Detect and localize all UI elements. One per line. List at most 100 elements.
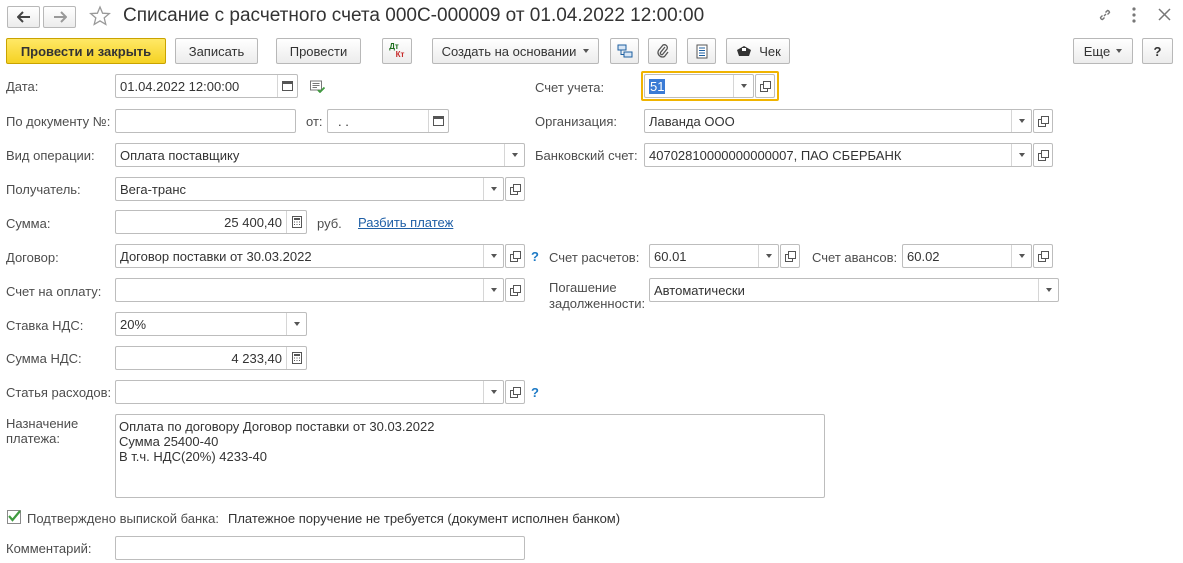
arrow-left-icon [16, 11, 30, 23]
recipient-field[interactable]: Вега-транс [115, 177, 504, 201]
contract-field[interactable]: Договор поставки от 30.03.2022 [115, 244, 504, 268]
recipient-dropdown-icon[interactable] [483, 178, 503, 200]
invoice-open-button[interactable] [505, 278, 525, 302]
from-calendar-button[interactable] [428, 110, 448, 132]
window-title: Списание с расчетного счета 000С-000009 … [123, 5, 705, 26]
print-list-button[interactable] [687, 38, 716, 64]
sum-calculator-button[interactable] [286, 211, 306, 233]
contract-help-icon[interactable]: ? [531, 249, 539, 264]
chevron-down-icon [583, 49, 590, 53]
post-button[interactable]: Провести [276, 38, 361, 64]
date-label: Дата: [6, 79, 39, 94]
account-dropdown-icon[interactable] [733, 75, 753, 97]
advance-account-dropdown-icon[interactable] [1011, 245, 1031, 267]
settle-account-value: 60.01 [654, 248, 687, 264]
forward-button[interactable] [43, 6, 76, 28]
settle-account-dropdown-icon[interactable] [758, 245, 778, 267]
bank-account-value: 40702810000000000007, ПАО СБЕРБАНК [649, 147, 902, 163]
recipient-open-button[interactable] [505, 177, 525, 201]
back-button[interactable] [7, 6, 40, 28]
open-icon [510, 387, 521, 398]
purpose-textarea[interactable]: Оплата по договору Договор поставки от 3… [115, 414, 825, 498]
more-button[interactable]: Еще [1073, 38, 1133, 64]
comment-field[interactable] [115, 536, 525, 560]
structure-button[interactable] [610, 38, 639, 64]
attach-file-button[interactable] [648, 38, 677, 64]
purpose-label-line1: Назначение [6, 416, 79, 431]
expense-open-button[interactable] [505, 380, 525, 404]
open-icon [785, 251, 796, 262]
vat-sum-calculator-button[interactable] [286, 347, 306, 369]
create-based-on-button[interactable]: Создать на основании [432, 38, 599, 64]
settle-account-open-button[interactable] [780, 244, 800, 268]
optype-dropdown-icon[interactable] [504, 144, 524, 166]
more-chevron-icon [1116, 49, 1123, 53]
purpose-line-3: В т.ч. НДС(20%) 4233-40 [119, 449, 267, 464]
kt-label: Кт [395, 50, 405, 59]
contract-dropdown-icon[interactable] [483, 245, 503, 267]
split-payment-link[interactable]: Разбить платеж [358, 215, 453, 230]
vat-rate-dropdown-icon[interactable] [286, 313, 306, 335]
invoice-label: Счет на оплату: [6, 284, 102, 299]
expense-help-icon[interactable]: ? [531, 385, 539, 400]
vat-rate-select[interactable]: 20% [115, 312, 307, 336]
vat-sum-value: 4 233,40 [231, 350, 282, 366]
date-value: 01.04.2022 12:00:00 [120, 78, 240, 94]
favorite-star-icon[interactable] [89, 5, 113, 29]
account-field[interactable]: 51 [644, 74, 754, 98]
calendar-icon [282, 81, 293, 91]
vat-sum-field[interactable]: 4 233,40 [115, 346, 307, 370]
org-field[interactable]: Лаванда ООО [644, 109, 1032, 133]
menu-dots-icon[interactable] [1130, 6, 1138, 24]
save-button[interactable]: Записать [175, 38, 258, 64]
confirmed-checkbox[interactable] [7, 510, 21, 524]
advance-account-value: 60.02 [907, 248, 940, 264]
from-date-value: . . [338, 113, 349, 129]
bank-account-dropdown-icon[interactable] [1011, 144, 1031, 166]
advance-account-open-button[interactable] [1033, 244, 1053, 268]
recipient-label: Получатель: [6, 182, 81, 197]
org-open-button[interactable] [1033, 109, 1053, 133]
sum-field[interactable]: 25 400,40 [115, 210, 307, 234]
vat-sum-label: Сумма НДС: [6, 351, 82, 366]
date-field[interactable]: 01.04.2022 12:00:00 [115, 74, 298, 98]
open-icon [510, 184, 521, 195]
repay-label-line2: задолженности: [549, 296, 646, 311]
expense-dropdown-icon[interactable] [483, 381, 503, 403]
confirmed-note: Платежное поручение не требуется (докуме… [228, 511, 621, 526]
link-icon[interactable] [1097, 7, 1113, 26]
from-date-field[interactable]: . . [327, 109, 449, 133]
structure-icon [617, 44, 632, 58]
contract-open-button[interactable] [505, 244, 525, 268]
date-calendar-button[interactable] [277, 75, 297, 97]
optype-value: Оплата поставщику [120, 147, 240, 163]
help-button[interactable]: ? [1142, 38, 1173, 64]
bank-account-label: Банковский счет: [535, 148, 638, 163]
dt-kt-button[interactable]: Дт Кт [382, 38, 412, 64]
account-label: Счет учета: [535, 80, 605, 95]
post-status-icon[interactable] [310, 80, 326, 96]
org-dropdown-icon[interactable] [1011, 110, 1031, 132]
expense-field[interactable] [115, 380, 504, 404]
open-icon [1038, 251, 1049, 262]
repay-dropdown-icon[interactable] [1038, 279, 1058, 301]
settle-account-label: Счет расчетов: [549, 250, 640, 265]
docnum-field[interactable] [115, 109, 296, 133]
invoice-dropdown-icon[interactable] [483, 279, 503, 301]
close-icon[interactable] [1158, 8, 1171, 24]
open-icon [1038, 116, 1049, 127]
bank-account-open-button[interactable] [1033, 143, 1053, 167]
sum-value: 25 400,40 [224, 214, 282, 230]
account-open-button[interactable] [755, 74, 775, 98]
post-and-close-button[interactable]: Провести и закрыть [6, 38, 166, 64]
calculator-icon [291, 216, 302, 228]
advance-account-field[interactable]: 60.02 [902, 244, 1032, 268]
check-button[interactable]: Чек [726, 38, 790, 64]
bank-account-field[interactable]: 40702810000000000007, ПАО СБЕРБАНК [644, 143, 1032, 167]
optype-select[interactable]: Оплата поставщику [115, 143, 525, 167]
settle-account-field[interactable]: 60.01 [649, 244, 779, 268]
invoice-field[interactable] [115, 278, 504, 302]
check-label: Чек [759, 43, 781, 59]
repay-select[interactable]: Автоматически [649, 278, 1059, 302]
sum-label: Сумма: [6, 216, 51, 231]
